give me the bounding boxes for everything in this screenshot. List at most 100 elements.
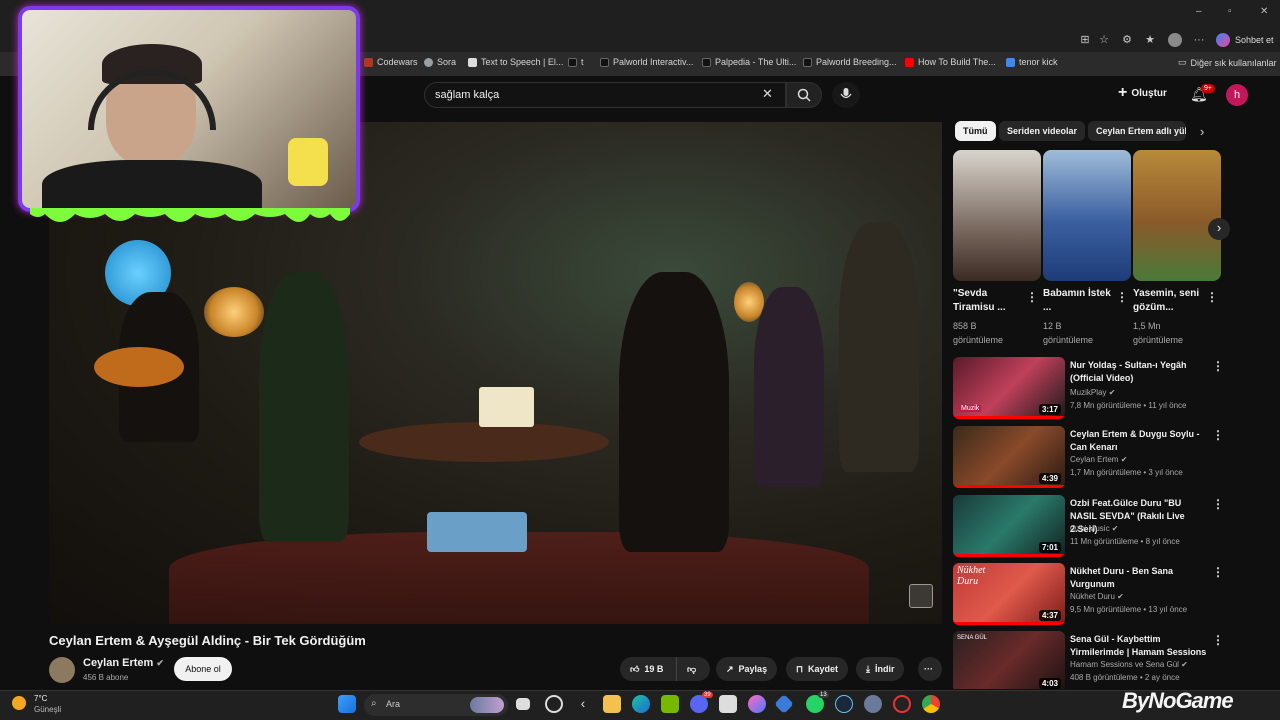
- back-arrow-icon[interactable]: ‹: [574, 695, 592, 713]
- clear-search-icon[interactable]: ✕: [762, 86, 773, 102]
- split-screen-icon[interactable]: ⊞: [1078, 33, 1092, 47]
- video-watermark-icon[interactable]: [909, 584, 933, 608]
- chip-series[interactable]: Seriden videolar: [999, 121, 1086, 141]
- steam-icon[interactable]: [835, 695, 853, 713]
- close-icon[interactable]: ✕: [1260, 6, 1268, 17]
- dislike-button[interactable]: 👎︎: [676, 657, 710, 681]
- more-vertical-icon[interactable]: ⋮: [1206, 290, 1218, 304]
- download-button[interactable]: ⤓ İndir: [856, 657, 905, 681]
- search-input[interactable]: sağlam kalça: [424, 82, 786, 108]
- list-item[interactable]: 4:39 Ceylan Ertem & Duygu Soylu - Can Ke…: [953, 426, 1224, 488]
- discord-badge: 39: [702, 692, 713, 698]
- streamer-shirt: [42, 160, 262, 208]
- search-button[interactable]: [786, 82, 822, 108]
- weather-temp[interactable]: 7°C: [34, 694, 47, 703]
- copilot-icon[interactable]: [748, 695, 766, 713]
- channel-name[interactable]: Hamam Sessions ve Sena Gül ✔: [1070, 660, 1188, 669]
- chevron-right-icon[interactable]: ›: [1200, 124, 1204, 139]
- bookmark-palpedia[interactable]: Palpedia - The Ulti...: [702, 57, 796, 67]
- more-vertical-icon[interactable]: ⋮: [1212, 633, 1223, 647]
- file-explorer-icon[interactable]: [603, 695, 621, 713]
- bookmark-codewars[interactable]: Codewars: [364, 57, 418, 67]
- shorts-next-button[interactable]: ›: [1208, 218, 1230, 240]
- extensions-icon[interactable]: ⚙: [1120, 33, 1134, 47]
- more-icon[interactable]: ···: [1192, 33, 1206, 47]
- channel-name[interactable]: Nükhet Duru ✔: [1070, 592, 1124, 601]
- copilot-icon[interactable]: [1216, 33, 1230, 47]
- bookmark-palworld-interactive[interactable]: Palworld Interactiv...: [600, 57, 693, 67]
- minimize-icon[interactable]: –: [1196, 6, 1202, 17]
- video-thumbnail[interactable]: Muzik 3:17: [953, 357, 1065, 419]
- channel-name[interactable]: MuzikPlay ✔: [1070, 388, 1115, 397]
- favorite-star-icon[interactable]: ☆: [1097, 33, 1111, 47]
- chrome-icon[interactable]: [922, 695, 940, 713]
- bookmark-tenor[interactable]: tenor kick: [1006, 57, 1058, 67]
- taskbar-search[interactable]: ⌕ Ara: [364, 694, 508, 716]
- video-thumbnail[interactable]: SENA GÜL 4:03: [953, 631, 1065, 689]
- chatgpt-icon[interactable]: [545, 695, 563, 713]
- save-button[interactable]: ⊓ Kaydet: [786, 657, 849, 681]
- more-vertical-icon[interactable]: ⋮: [1212, 428, 1224, 442]
- more-vertical-icon[interactable]: ⋮: [1026, 290, 1038, 304]
- create-button[interactable]: + Oluştur: [1118, 85, 1167, 101]
- video-title[interactable]: Sena Gül - Kaybettim Yirmilerimde | Hama…: [1070, 633, 1210, 659]
- maximize-icon[interactable]: ▫: [1228, 6, 1232, 17]
- obs-icon[interactable]: [893, 695, 911, 713]
- short-title[interactable]: "Sevda Tiramisu ...: [953, 287, 1025, 315]
- list-item[interactable]: Muzik 3:17 Nur Yoldaş - Sultan-ı Yegâh (…: [953, 357, 1224, 419]
- short-thumbnail[interactable]: [1133, 150, 1221, 281]
- channel-avatar[interactable]: [49, 657, 75, 683]
- subscriber-count: 456 B abone: [83, 673, 129, 682]
- video-title[interactable]: Nur Yoldaş - Sultan-ı Yegâh (Official Vi…: [1070, 359, 1210, 385]
- short-thumbnail[interactable]: [953, 150, 1041, 281]
- chip-channel[interactable]: Ceylan Ertem adlı yük: [1088, 121, 1186, 141]
- list-item[interactable]: 7:01 Ozbi Feat.Gülce Duru "BU NASIL SEVD…: [953, 495, 1224, 557]
- bookmark-tiktok[interactable]: t: [568, 57, 584, 67]
- video-thumbnail[interactable]: 4:39: [953, 426, 1065, 488]
- bookmark-tts[interactable]: Text to Speech | El...: [468, 57, 563, 67]
- bookmark-sora[interactable]: Sora: [424, 57, 456, 67]
- more-vertical-icon[interactable]: ⋮: [1212, 359, 1224, 373]
- video-thumbnail[interactable]: 7:01: [953, 495, 1065, 557]
- sun-icon[interactable]: [12, 696, 26, 710]
- more-vertical-icon[interactable]: ⋮: [1212, 497, 1224, 511]
- channel-name[interactable]: Ozbi Music ✔: [1070, 524, 1119, 533]
- pikachu-figure: [288, 138, 328, 186]
- chat-button[interactable]: Sohbet et: [1235, 35, 1274, 45]
- bookmark-how-to-build[interactable]: How To Build The...: [905, 57, 996, 67]
- video-title[interactable]: Nükhet Duru - Ben Sana Vurgunum: [1070, 565, 1210, 591]
- settings-gear-icon[interactable]: [864, 695, 882, 713]
- list-item[interactable]: Nükhet Duru 4:37 Nükhet Duru - Ben Sana …: [953, 563, 1224, 625]
- list-item[interactable]: SENA GÜL 4:03 Sena Gül - Kaybettim Yirmi…: [953, 631, 1223, 689]
- edge-icon[interactable]: [632, 695, 650, 713]
- profile-icon[interactable]: [1168, 33, 1182, 47]
- snipping-tool-icon[interactable]: [719, 695, 737, 713]
- thumbs-up-icon: 👍︎: [630, 663, 640, 674]
- bookmark-palworld-breeding[interactable]: Palworld Breeding...: [803, 57, 897, 67]
- video-title[interactable]: Ceylan Ertem & Duygu Soylu - Can Kenarı: [1070, 428, 1210, 454]
- short-title[interactable]: Babamın İstek ...: [1043, 287, 1115, 315]
- more-actions-button[interactable]: ···: [918, 657, 942, 681]
- more-vertical-icon[interactable]: ⋮: [1116, 290, 1128, 304]
- channel-name[interactable]: Ceylan Ertem ✔: [83, 657, 164, 669]
- short-views: 858 B görüntüleme: [953, 321, 1004, 345]
- voice-search-button[interactable]: [832, 82, 860, 108]
- favorites-icon[interactable]: ★: [1143, 33, 1157, 47]
- like-button[interactable]: 👍︎ 19 B: [620, 657, 676, 681]
- other-bookmarks[interactable]: ▭ Diğer sık kullanılanlar: [1178, 57, 1277, 68]
- task-view-icon[interactable]: [516, 698, 530, 710]
- short-thumbnail[interactable]: [1043, 150, 1131, 281]
- video-thumbnail[interactable]: Nükhet Duru 4:37: [953, 563, 1065, 625]
- video-frame-singer-right: [619, 272, 729, 552]
- short-title[interactable]: Yasemin, seni gözüm...: [1133, 287, 1205, 315]
- avatar[interactable]: h: [1226, 84, 1248, 106]
- channel-name[interactable]: Ceylan Ertem ✔: [1070, 455, 1127, 464]
- share-button[interactable]: ↗ Paylaş: [716, 657, 778, 681]
- nvidia-icon[interactable]: [661, 695, 679, 713]
- search-icon: [797, 88, 811, 102]
- subscribe-button[interactable]: Abone ol: [174, 657, 232, 681]
- chip-all[interactable]: Tümü: [955, 121, 996, 141]
- more-vertical-icon[interactable]: ⋮: [1212, 565, 1224, 579]
- windows-start-icon[interactable]: [338, 695, 356, 713]
- palworld-icon: [600, 57, 609, 67]
